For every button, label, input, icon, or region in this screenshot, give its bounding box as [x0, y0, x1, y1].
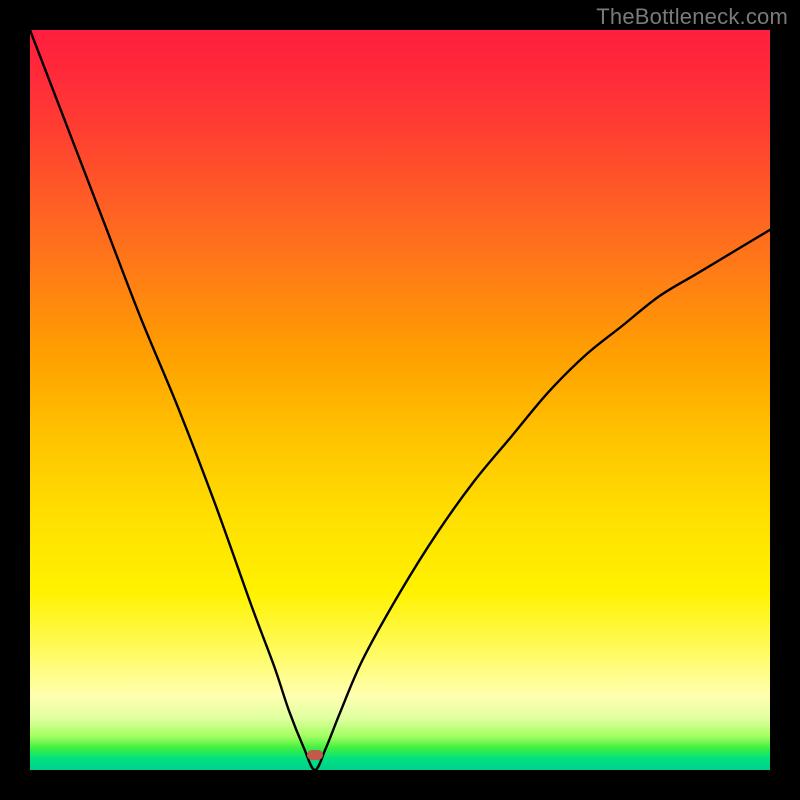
watermark-text: TheBottleneck.com — [596, 4, 788, 30]
bottleneck-curve — [30, 30, 770, 770]
optimal-point-marker — [307, 750, 323, 760]
chart-frame: TheBottleneck.com — [0, 0, 800, 800]
plot-area — [30, 30, 770, 770]
curve-svg — [30, 30, 770, 770]
